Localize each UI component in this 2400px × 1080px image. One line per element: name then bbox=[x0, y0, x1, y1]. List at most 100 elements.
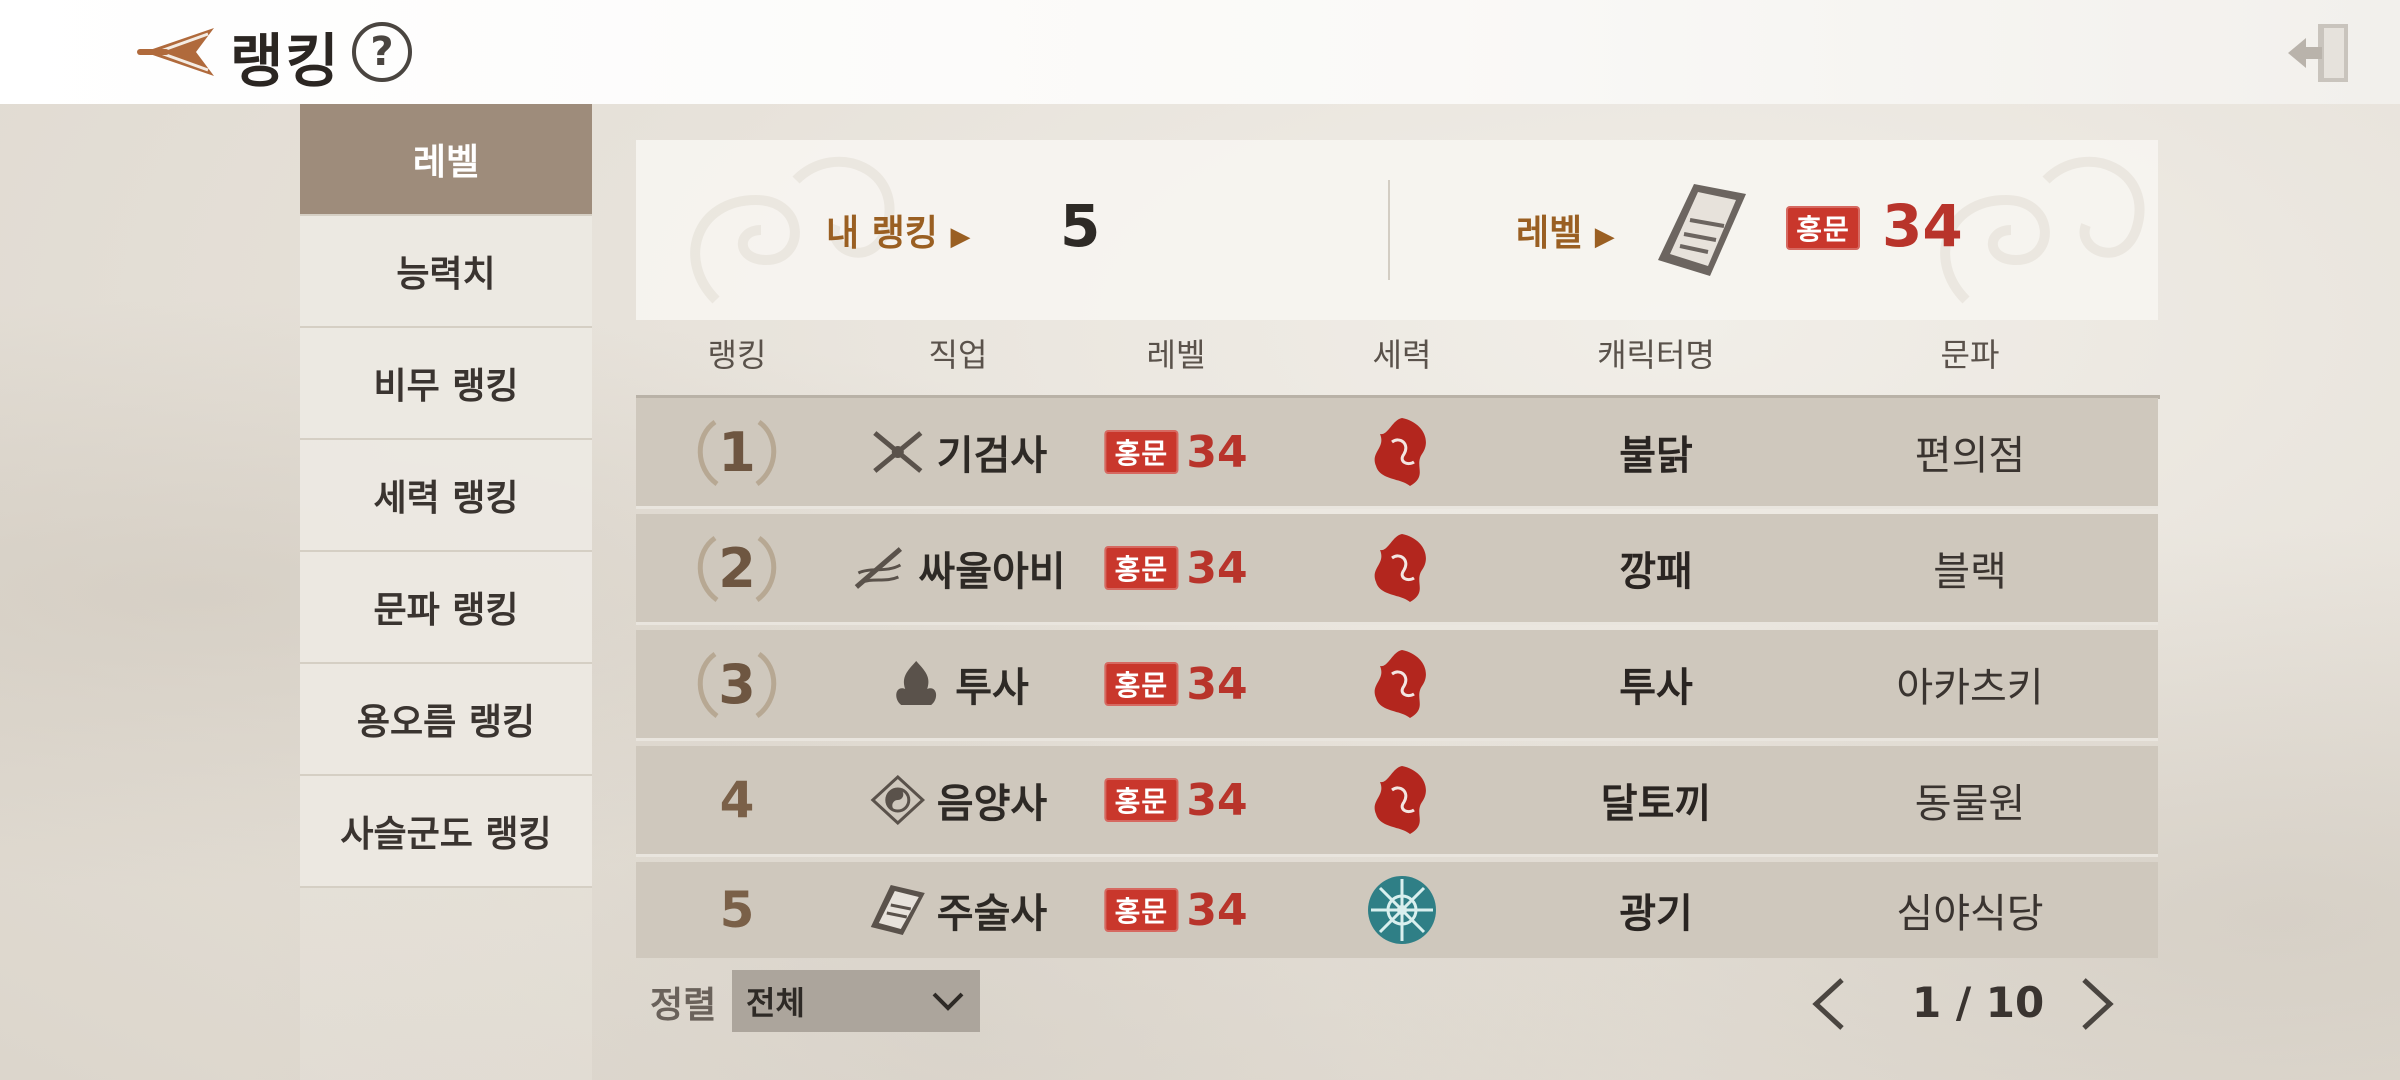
clan-name: 심야식당 bbox=[1896, 891, 2044, 937]
clan-name: 편의점 bbox=[1914, 433, 2026, 479]
level-tier-badge: 홍문 bbox=[1104, 546, 1179, 590]
sidebar-item-label: 문파 랭킹 bbox=[373, 590, 519, 631]
rank-cell: 4 bbox=[720, 746, 755, 854]
column-header-rank: 랭킹 bbox=[707, 336, 767, 374]
sidebar-item-label: 비무 랭킹 bbox=[373, 366, 519, 407]
chevron-down-icon bbox=[932, 992, 964, 1011]
table-row[interactable]: 3 투사 홍문 34 투사 아카츠키 bbox=[636, 630, 2158, 741]
level-cell: 홍문 34 bbox=[1104, 630, 1248, 738]
class-name: 싸울아비 bbox=[918, 549, 1066, 595]
divider bbox=[1388, 180, 1390, 280]
ranking-table-header: 랭킹 직업 레벨 세력 캐릭터명 문파 bbox=[636, 330, 2158, 390]
class-cell: 주술사 bbox=[869, 862, 1047, 958]
level-tier-badge: 홍문 bbox=[1786, 206, 1860, 250]
next-page-button[interactable] bbox=[2074, 974, 2120, 1034]
faction-cell bbox=[1365, 862, 1439, 958]
level-tier-badge: 홍문 bbox=[1104, 888, 1179, 932]
level-tier-badge: 홍문 bbox=[1104, 430, 1179, 474]
faction-cell bbox=[1366, 746, 1438, 854]
character-name: 투사 bbox=[1619, 665, 1693, 711]
teal-snowflake-emblem-icon bbox=[1368, 876, 1436, 944]
table-row[interactable]: 5 주술사 홍문 34 광기 심야식당 bbox=[636, 862, 2158, 958]
sidebar-item-label: 세력 랭킹 bbox=[373, 478, 519, 519]
previous-page-button[interactable] bbox=[1806, 974, 1852, 1034]
character-name-cell: 투사 bbox=[1619, 630, 1693, 738]
red-phoenix-emblem-icon bbox=[1374, 650, 1426, 718]
character-name-cell: 불닭 bbox=[1619, 398, 1693, 506]
level-value: 34 bbox=[1186, 884, 1248, 936]
clan-cell: 심야식당 bbox=[1896, 862, 2043, 958]
level-value: 34 bbox=[1186, 774, 1248, 826]
faction-cell bbox=[1366, 514, 1438, 622]
sort-selected-value: 전체 bbox=[746, 984, 805, 1022]
sidebar-item-level[interactable]: 레벨 bbox=[300, 104, 592, 216]
class-name: 기검사 bbox=[936, 433, 1048, 479]
sort-dropdown[interactable]: 전체 bbox=[732, 970, 980, 1032]
sidebar-item-duel-ranking[interactable]: 비무 랭킹 bbox=[300, 328, 592, 440]
rank-cell: 1 bbox=[687, 398, 787, 506]
sidebar-item-faction-ranking[interactable]: 세력 랭킹 bbox=[300, 440, 592, 552]
help-icon[interactable]: ? bbox=[352, 22, 412, 82]
clan-name: 블랙 bbox=[1933, 549, 2007, 595]
class-cell: 투사 bbox=[887, 630, 1029, 738]
exit-icon[interactable] bbox=[2284, 18, 2354, 88]
sidebar-item-label: 용오름 랭킹 bbox=[356, 702, 536, 743]
talisman-icon bbox=[1658, 184, 1746, 276]
crossed-swords-icon bbox=[873, 431, 923, 473]
fist-flame-icon bbox=[896, 661, 937, 705]
sidebar-item-label: 사슬군도 랭킹 bbox=[340, 814, 552, 855]
chevron-right-icon: ▶ bbox=[950, 222, 971, 252]
level-tier-badge: 홍문 bbox=[1104, 778, 1179, 822]
laurel-wreath-icon: 2 bbox=[687, 528, 787, 608]
laurel-wreath-icon: 1 bbox=[687, 412, 787, 492]
yin-yang-icon bbox=[870, 775, 926, 825]
page-indicator: 1 / 10 bbox=[1912, 978, 2045, 1027]
clan-cell: 아카츠키 bbox=[1896, 630, 2043, 738]
class-cell: 싸울아비 bbox=[850, 514, 1066, 622]
clan-cell: 동물원 bbox=[1915, 746, 2025, 854]
clan-cell: 블랙 bbox=[1933, 514, 2007, 622]
my-level-value: 34 bbox=[1882, 192, 1963, 260]
my-ranking-label: 내 랭킹 bbox=[826, 213, 938, 254]
sidebar-item-dragon-ranking[interactable]: 용오름 랭킹 bbox=[300, 664, 592, 776]
level-value: 34 bbox=[1186, 658, 1248, 710]
clan-name: 동물원 bbox=[1914, 781, 2026, 827]
sidebar-item-label: 능력치 bbox=[396, 254, 496, 295]
table-row[interactable]: 1 기검사 홍문 34 불닭 편의점 bbox=[636, 398, 2158, 509]
class-cell: 기검사 bbox=[869, 398, 1047, 506]
class-name: 주술사 bbox=[936, 891, 1048, 937]
character-name-cell: 달토끼 bbox=[1601, 746, 1711, 854]
my-level-link[interactable]: 레벨 ▶ bbox=[1516, 204, 1615, 256]
faction-cell bbox=[1366, 398, 1438, 506]
back-arrow-icon[interactable] bbox=[136, 24, 216, 80]
class-name: 음양사 bbox=[936, 781, 1048, 827]
page-title: 랭킹 bbox=[230, 27, 341, 95]
column-header-clan: 문파 bbox=[1940, 336, 2000, 374]
character-name: 광기 bbox=[1619, 891, 1693, 937]
my-ranking-link[interactable]: 내 랭킹 ▶ bbox=[826, 204, 970, 256]
character-name: 달토끼 bbox=[1600, 781, 1712, 827]
table-row[interactable]: 4 음양사 홍문 34 달토끼 동물원 bbox=[636, 746, 2158, 857]
level-cell: 홍문 34 bbox=[1104, 514, 1248, 622]
laurel-wreath-icon: 3 bbox=[687, 644, 787, 724]
column-header-level: 레벨 bbox=[1146, 336, 1206, 374]
sidebar-item-clan-ranking[interactable]: 문파 랭킹 bbox=[300, 552, 592, 664]
level-tier-badge: 홍문 bbox=[1104, 662, 1179, 706]
rank-value: 5 bbox=[719, 881, 755, 939]
character-name-cell: 광기 bbox=[1619, 862, 1693, 958]
talisman-icon bbox=[870, 885, 925, 935]
table-row[interactable]: 2 싸울아비 홍문 34 깡패 블랙 bbox=[636, 514, 2158, 625]
sort-label: 정렬 bbox=[650, 985, 717, 1026]
rank-cell: 2 bbox=[687, 514, 787, 622]
top-bar: 랭킹 ? bbox=[0, 0, 2400, 104]
my-ranking-panel: 내 랭킹 ▶ 5 레벨 ▶ 홍문 34 bbox=[636, 140, 2158, 320]
level-value: 34 bbox=[1186, 426, 1248, 478]
faction-cell bbox=[1366, 630, 1438, 738]
rank-cell: 5 bbox=[720, 862, 755, 958]
sidebar-item-chain-islands-ranking[interactable]: 사슬군도 랭킹 bbox=[300, 776, 592, 888]
red-phoenix-emblem-icon bbox=[1374, 534, 1426, 602]
column-header-class: 직업 bbox=[928, 336, 988, 374]
sidebar-item-stats[interactable]: 능력치 bbox=[300, 216, 592, 328]
rank-value: 4 bbox=[719, 771, 755, 829]
red-phoenix-emblem-icon bbox=[1374, 766, 1426, 834]
